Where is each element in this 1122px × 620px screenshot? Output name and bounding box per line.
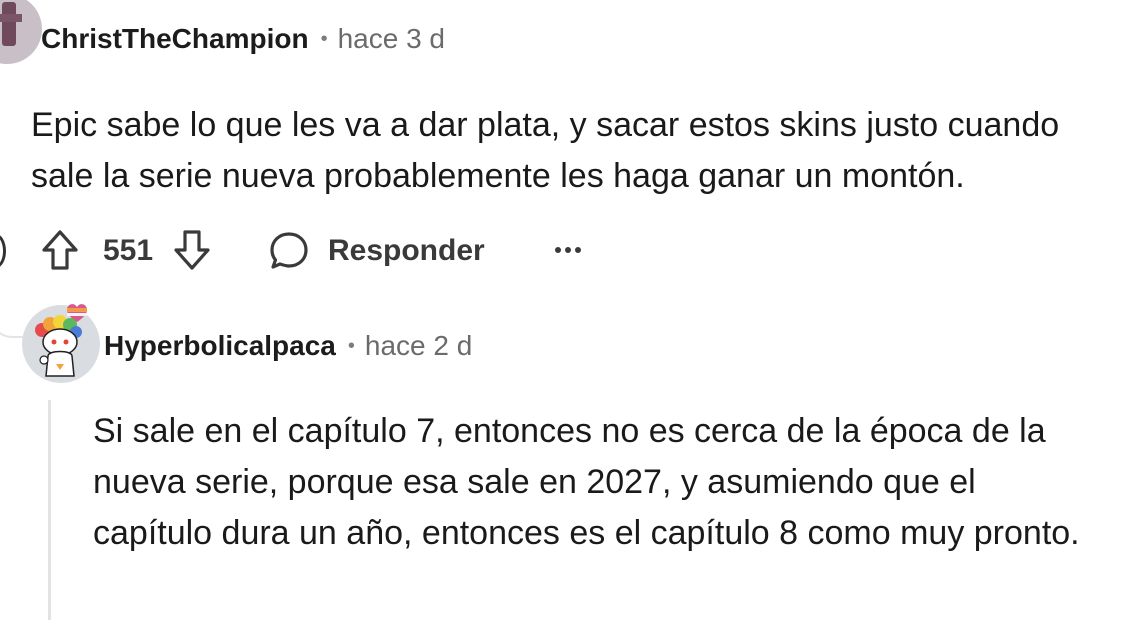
downvote-button[interactable]: [172, 228, 212, 272]
username-link[interactable]: ChristTheChampion: [41, 23, 309, 55]
comment-meta: Hyperbolicalpaca • hace 2 d: [104, 326, 472, 366]
comment-meta: ChristTheChampion • hace 3 d: [41, 19, 445, 59]
more-options-button[interactable]: [552, 232, 584, 268]
collapse-thread-icon[interactable]: [0, 234, 6, 268]
snoo-avatar-graphic: [22, 304, 100, 383]
meta-separator: •: [347, 334, 355, 357]
meta-separator: •: [320, 27, 328, 50]
avatar-figure: [2, 2, 16, 46]
comment-thread: ChristTheChampion • hace 3 d Epic sabe l…: [0, 0, 1122, 620]
username-link[interactable]: Hyperbolicalpaca: [104, 330, 336, 362]
avatar-figure-arms: [0, 14, 22, 22]
timestamp[interactable]: hace 2 d: [365, 330, 472, 362]
arrow-down-icon: [174, 230, 210, 270]
snoo-avatar-icon[interactable]: [20, 298, 102, 384]
more-dots-icon: [555, 247, 581, 253]
reply-label: Responder: [328, 234, 485, 267]
comment-body: Epic sabe lo que les va a dar plata, y s…: [31, 106, 1060, 195]
reply-button[interactable]: Responder: [268, 228, 485, 274]
speech-bubble-icon: [270, 232, 308, 269]
timestamp[interactable]: hace 3 d: [338, 23, 445, 55]
upvote-button[interactable]: [40, 228, 80, 272]
thread-line[interactable]: [48, 400, 51, 620]
vote-score: 551: [103, 234, 154, 267]
user-avatar-icon[interactable]: [0, 0, 42, 64]
comment-body: Si sale en el capítulo 7, entonces no es…: [93, 412, 1080, 552]
arrow-up-icon: [42, 230, 78, 270]
